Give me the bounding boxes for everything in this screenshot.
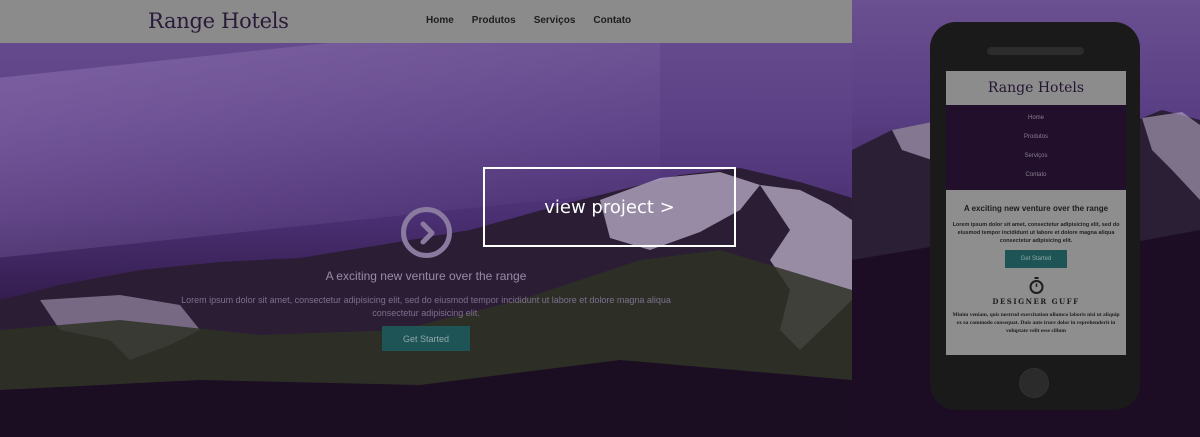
desktop-preview: Range Hotels Home Produtos Serviços Cont…: [0, 0, 852, 437]
mobile-section-heading: DESIGNER GUFF: [992, 297, 1080, 306]
mobile-content: A exciting new venture over the range Lo…: [946, 190, 1126, 335]
site-navbar: Range Hotels Home Produtos Serviços Cont…: [0, 0, 852, 43]
phone-speaker: [987, 47, 1084, 55]
hero-description: Lorem ipsum dolor sit amet, consectetur …: [181, 295, 671, 318]
phone-home-button: [1019, 368, 1049, 398]
phone-screen: Range Hotels Home Produtos Serviços Cont…: [946, 71, 1126, 355]
mobile-section-text: Minim veniam, quis nostrud exercitation …: [952, 312, 1120, 334]
mobile-preview-panel: Range Hotels Home Produtos Serviços Cont…: [852, 0, 1200, 437]
hero-tagline: A exciting new venture over the range: [325, 269, 527, 283]
mobile-tagline: A exciting new venture over the range: [963, 204, 1109, 213]
mobile-get-started-button[interactable]: Get Started: [1005, 250, 1067, 268]
mobile-brand-logo[interactable]: Range Hotels: [988, 80, 1084, 96]
nav-link-contato[interactable]: Contato: [593, 15, 631, 26]
nav-link-produtos[interactable]: Produtos: [472, 15, 516, 26]
mobile-header: Range Hotels: [946, 71, 1126, 105]
mobile-menu-item-contato[interactable]: Contato: [946, 172, 1126, 191]
nav-link-servicos[interactable]: Serviços: [534, 15, 576, 26]
site-nav: Home Produtos Serviços Contato: [426, 15, 649, 26]
site-brand-logo[interactable]: Range Hotels: [148, 9, 289, 33]
chevron-right-circle-icon: [401, 207, 452, 258]
view-project-button[interactable]: view project >: [483, 167, 736, 247]
nav-link-home[interactable]: Home: [426, 15, 454, 26]
mobile-description: Lorem ipsum dolor sit amet, consectetur …: [952, 222, 1120, 244]
phone-mockup: Range Hotels Home Produtos Serviços Cont…: [930, 22, 1140, 410]
mobile-menu-item-servicos[interactable]: Serviços: [946, 153, 1126, 172]
mobile-menu: Home Produtos Serviços Contato: [946, 105, 1126, 190]
get-started-button[interactable]: Get Started: [382, 326, 470, 351]
mobile-menu-item-home[interactable]: Home: [946, 115, 1126, 134]
stopwatch-icon: [1029, 277, 1044, 294]
mobile-menu-item-produtos[interactable]: Produtos: [946, 134, 1126, 153]
